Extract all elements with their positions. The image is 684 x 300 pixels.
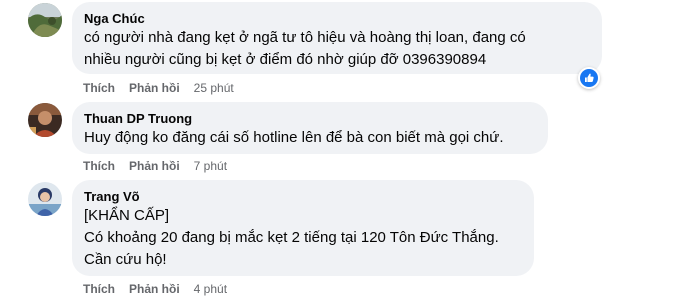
comment-text-line: có người nhà đang kẹt ở ngã tư tô hiệu v… — [84, 29, 526, 46]
reply-button[interactable]: Phản hồi — [129, 159, 180, 173]
comment-bubble: Nga Chúc có người nhà đang kẹt ở ngã tư … — [72, 2, 602, 74]
comment-actions: Thích Phản hồi 4 phút — [83, 281, 227, 297]
reply-button[interactable]: Phản hồi — [129, 81, 180, 95]
comment-actions: Thích Phản hồi 25 phút — [83, 80, 234, 96]
comment: Nga Chúc có người nhà đang kẹt ở ngã tư … — [0, 0, 684, 100]
avatar[interactable] — [28, 182, 62, 216]
comment-timestamp[interactable]: 7 phút — [194, 159, 227, 173]
comment-timestamp[interactable]: 25 phút — [194, 81, 234, 95]
like-button[interactable]: Thích — [83, 282, 115, 296]
comment-author[interactable]: Nga Chúc — [84, 10, 590, 27]
avatar-image — [28, 182, 62, 216]
comment: Thuan DP Truong Huy động ko đăng cái số … — [0, 100, 684, 180]
avatar-image — [28, 103, 62, 137]
comment-text-line: Có khoảng 20 đang bị mắc kẹt 2 tiếng tại… — [84, 229, 499, 246]
reaction-badge[interactable] — [578, 67, 600, 89]
comment-author[interactable]: Trang Võ — [84, 188, 522, 205]
like-button[interactable]: Thích — [83, 159, 115, 173]
comment-text-line: [KHẨN CẤP] — [84, 207, 170, 224]
comment-timestamp[interactable]: 4 phút — [194, 282, 227, 296]
comment-author[interactable]: Thuan DP Truong — [84, 110, 536, 127]
comment-actions: Thích Phản hồi 7 phút — [83, 158, 227, 174]
avatar[interactable] — [28, 103, 62, 137]
comment-thread: Nga Chúc có người nhà đang kẹt ở ngã tư … — [0, 0, 684, 300]
avatar-image — [28, 3, 62, 37]
reply-button[interactable]: Phản hồi — [129, 282, 180, 296]
comment: Trang Võ [KHẨN CẤP] Có khoảng 20 đang bị… — [0, 178, 684, 300]
comment-text-line: Cần cứu hộ! — [84, 251, 167, 268]
avatar[interactable] — [28, 3, 62, 37]
comment-bubble: Thuan DP Truong Huy động ko đăng cái số … — [72, 102, 548, 154]
like-button[interactable]: Thích — [83, 81, 115, 95]
comment-text-line: nhiều người cũng bị kẹt ở điểm đó nhờ gi… — [84, 51, 487, 68]
comment-bubble: Trang Võ [KHẨN CẤP] Có khoảng 20 đang bị… — [72, 180, 534, 276]
comment-text-line: Huy động ko đăng cái số hotline lên để b… — [84, 129, 504, 146]
like-icon — [580, 69, 598, 87]
